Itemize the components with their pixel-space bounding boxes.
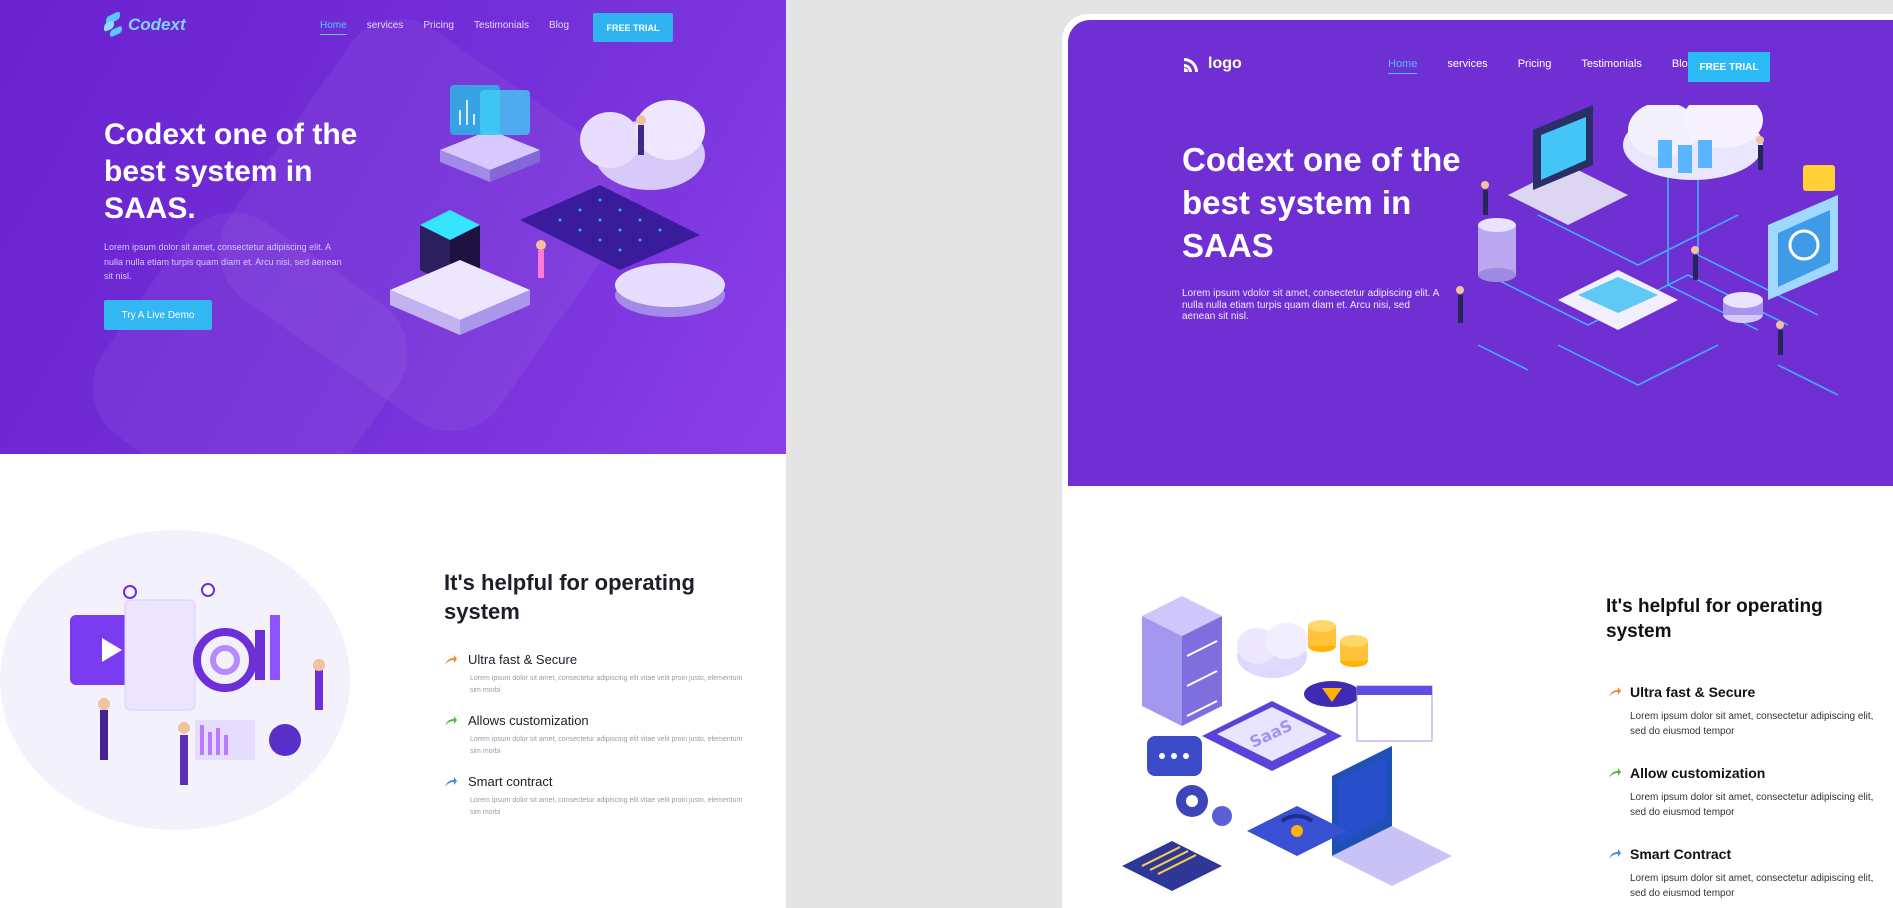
feature-title: Smart contract xyxy=(468,774,553,789)
saas-illustration: SaaS xyxy=(1122,596,1452,891)
arrow-icon xyxy=(445,715,457,726)
free-trial-button[interactable]: FREE TRIAL xyxy=(593,13,673,42)
nav-pricing[interactable]: Pricing xyxy=(1518,58,1552,74)
nav-blog[interactable]: Blog xyxy=(549,20,569,35)
arrow-icon xyxy=(445,776,457,787)
nav-testimonials[interactable]: Testimonials xyxy=(1581,58,1642,74)
feature-title: Ultra fast & Secure xyxy=(468,652,578,667)
logo-mark-icon xyxy=(1184,58,1198,72)
isometric-platform-illustration xyxy=(390,85,725,335)
arrow-icon xyxy=(1609,687,1621,697)
cloud-network-illustration xyxy=(1456,105,1839,396)
hero-description: Lorem ipsum vdolor sit amet, consectetur… xyxy=(1182,288,1439,322)
feature-item: Smart contract Lorem ipsum dolor sit ame… xyxy=(444,774,744,819)
left-mockup: Codext Home services Pricing Testimonial… xyxy=(0,0,786,908)
feature-title: Allow customization xyxy=(1630,765,1766,781)
nav-testimonials[interactable]: Testimonials xyxy=(474,20,529,35)
feature-title: Smart Contract xyxy=(1630,846,1732,862)
right-mockup: logo Home services Pricing Testimonials … xyxy=(1062,14,1893,908)
live-demo-button[interactable]: Try A Live Demo xyxy=(104,300,212,330)
left-logo[interactable]: Codext xyxy=(104,10,186,38)
feature-item: Allow customization Lorem ipsum dolor si… xyxy=(1608,765,1888,820)
feature-item: Smart Contract Lorem ipsum dolor sit ame… xyxy=(1608,846,1888,901)
feature-description: Lorem ipsum dolor sit amet, consectetur … xyxy=(1630,711,1874,737)
nav-services[interactable]: services xyxy=(367,20,404,35)
arrow-icon xyxy=(445,654,457,665)
hero-title: Codext one of the best system in SAAS xyxy=(1182,141,1461,264)
right-logo[interactable]: logo xyxy=(1182,54,1242,74)
nav-services[interactable]: services xyxy=(1447,58,1487,74)
feature-item: Ultra fast & Secure Lorem ipsum dolor si… xyxy=(1608,684,1888,739)
feature-description: Lorem ipsum dolor sit amet, consectetur … xyxy=(470,736,743,755)
feature-heading: It's helpful for operating system xyxy=(1606,596,1823,642)
hero-title: Codext one of the best system in SAAS. xyxy=(104,118,358,225)
feature-title: Allows customization xyxy=(468,713,589,728)
feature-description: Lorem ipsum dolor sit amet, consectetur … xyxy=(470,675,743,694)
logo-text: Codext xyxy=(128,15,186,34)
feature-description: Lorem ipsum dolor sit amet, consectetur … xyxy=(1630,792,1874,818)
analytics-illustration xyxy=(0,530,350,830)
feature-description: Lorem ipsum dolor sit amet, consectetur … xyxy=(1630,873,1874,899)
feature-title: Ultra fast & Secure xyxy=(1630,684,1756,700)
hero-description: Lorem ipsum dolor sit amet, consectetur … xyxy=(104,242,342,281)
logo-text: logo xyxy=(1208,55,1242,72)
right-nav: Home services Pricing Testimonials Blog xyxy=(1388,58,1724,74)
arrow-icon xyxy=(1609,768,1621,778)
free-trial-button[interactable]: FREE TRIAL xyxy=(1688,52,1770,82)
nav-home[interactable]: Home xyxy=(320,20,347,35)
nav-pricing[interactable]: Pricing xyxy=(423,20,454,35)
logo-mark-icon xyxy=(104,10,124,38)
feature-item: Allows customization Lorem ipsum dolor s… xyxy=(444,713,744,758)
left-nav: Home services Pricing Testimonials Blog xyxy=(320,20,589,35)
feature-description: Lorem ipsum dolor sit amet, consectetur … xyxy=(470,797,743,816)
feature-heading: It's helpful for operating system xyxy=(444,570,695,624)
left-hero-section: Codext Home services Pricing Testimonial… xyxy=(0,0,786,454)
right-hero-section: logo Home services Pricing Testimonials … xyxy=(1068,20,1893,486)
feature-item: Ultra fast & Secure Lorem ipsum dolor si… xyxy=(444,652,744,697)
nav-home[interactable]: Home xyxy=(1388,58,1418,74)
arrow-icon xyxy=(1609,849,1621,859)
